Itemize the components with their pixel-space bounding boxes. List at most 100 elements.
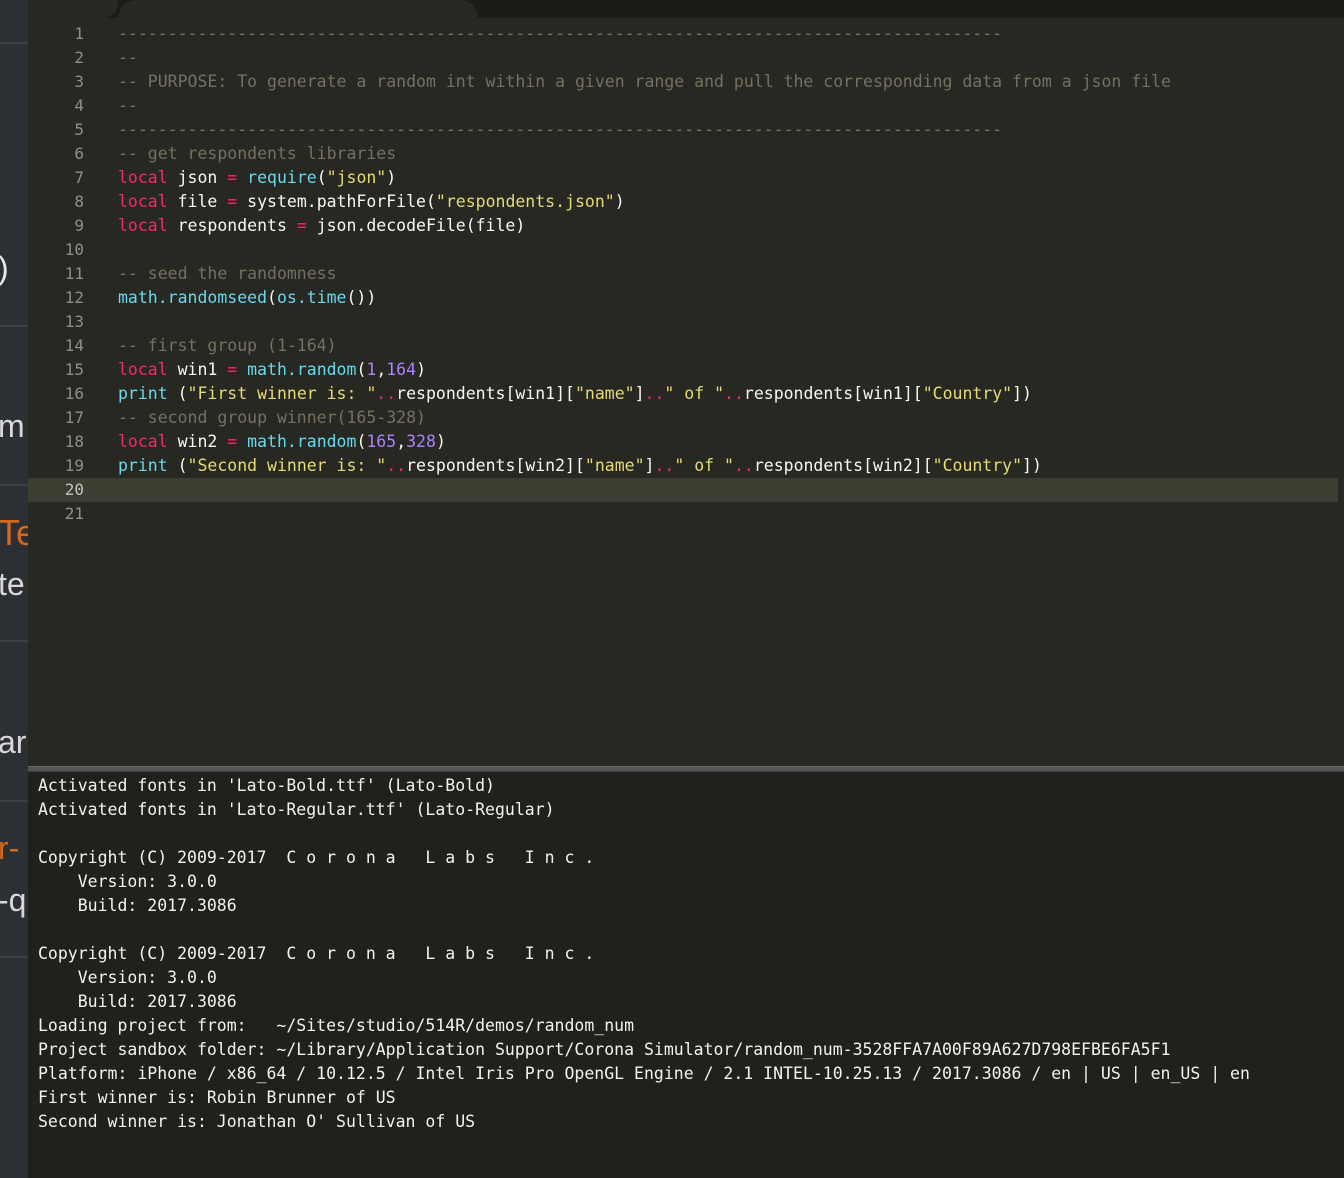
code-line[interactable] (118, 502, 1338, 526)
code-token: .. (733, 456, 754, 475)
code-token: json.decodeFile(file) (306, 216, 526, 235)
code-line[interactable] (108, 478, 1338, 502)
code-token: , (396, 432, 407, 451)
code-token: json (167, 168, 228, 187)
console-line: Version: 3.0.0 (38, 968, 217, 987)
code-token: ) (416, 360, 426, 379)
code-token: "respondents.json" (435, 192, 615, 211)
line-number: 20 (28, 478, 108, 502)
code-token: ----------------------------------------… (118, 24, 1003, 43)
line-number: 13 (64, 312, 84, 331)
code-line[interactable]: -- seed the randomness (118, 262, 1338, 286)
line-number: 15 (64, 360, 84, 379)
code-token: win2 (167, 432, 228, 451)
code-token: os.time (276, 288, 347, 307)
code-area[interactable]: ----------------------------------------… (108, 22, 1338, 526)
code-token: ) (435, 432, 446, 451)
code-token: ( (267, 288, 277, 307)
code-line[interactable]: local win1 = math.random(1,164) (118, 358, 1338, 382)
console-line: Version: 3.0.0 (38, 872, 217, 891)
code-token: = (227, 192, 238, 211)
text-fragment: Te (0, 512, 28, 553)
line-number: 7 (74, 168, 84, 187)
tab-inactive[interactable] (28, 0, 118, 18)
code-token: respondents[win2][ (753, 456, 933, 475)
tab-active[interactable] (118, 0, 478, 18)
code-line[interactable]: -- second group winner(165-328) (118, 406, 1338, 430)
divider (0, 640, 28, 642)
code-token: ] (634, 384, 645, 403)
code-line[interactable]: print ("Second winner is: "..respondents… (118, 454, 1338, 478)
console-line: Platform: iPhone / x86_64 / 10.12.5 / In… (38, 1064, 1250, 1083)
code-token: 1 (366, 360, 377, 379)
code-line[interactable]: local respondents = json.decodeFile(file… (118, 214, 1338, 238)
divider (0, 325, 28, 327)
line-number: 12 (64, 288, 84, 307)
code-token: " of " (664, 384, 725, 403)
line-number: 17 (64, 408, 84, 427)
console-line: Copyright (C) 2009-2017 C o r o n a L a … (38, 944, 595, 963)
line-number: 6 (74, 144, 84, 163)
code-line[interactable]: local json = require("json") (118, 166, 1338, 190)
code-token: respondents (167, 216, 297, 235)
code-token: ) (386, 168, 397, 187)
code-token: print (118, 456, 168, 475)
code-token: ) (614, 192, 625, 211)
code-line[interactable]: ----------------------------------------… (118, 22, 1338, 46)
line-number: 1 (74, 24, 84, 43)
code-token: system.pathForFile( (237, 192, 436, 211)
code-token: math.random (247, 360, 357, 379)
code-token: .. (654, 456, 675, 475)
code-token: -- get respondents libraries (118, 144, 397, 163)
code-token: respondents[win1][ (743, 384, 923, 403)
code-editor[interactable]: 1 2 3 4 5 6 7 8 9 10 11 12 13 14 15 16 17 18 19 20 21 ------… (28, 18, 1344, 766)
code-token: require (247, 168, 317, 187)
code-token: local (118, 168, 168, 187)
code-token: 164 (386, 360, 417, 379)
code-line[interactable]: ----------------------------------------… (118, 118, 1338, 142)
line-number: 8 (74, 192, 84, 211)
divider (0, 800, 28, 802)
code-line[interactable]: -- (118, 46, 1338, 70)
code-token: ] (644, 456, 655, 475)
code-token: "name" (574, 384, 635, 403)
code-line[interactable]: math.randomseed(os.time()) (118, 286, 1338, 310)
code-token: math.random (247, 432, 357, 451)
line-number: 21 (64, 504, 84, 523)
code-token: 165 (366, 432, 397, 451)
code-token: local (118, 192, 168, 211)
line-number: 16 (64, 384, 84, 403)
text-fragment: m (0, 408, 25, 444)
code-token: ( (316, 168, 327, 187)
line-number-gutter: 1 2 3 4 5 6 7 8 9 10 11 12 13 14 15 16 17 18 19 20 21 (28, 22, 108, 526)
code-line[interactable]: -- PURPOSE: To generate a random int wit… (118, 70, 1338, 94)
code-token: .. (644, 384, 665, 403)
code-token: ----------------------------------------… (118, 120, 1003, 139)
code-line[interactable]: -- get respondents libraries (118, 142, 1338, 166)
code-token: -- (118, 48, 138, 67)
code-token: print (118, 384, 168, 403)
code-token: "name" (584, 456, 645, 475)
line-number: 19 (64, 456, 84, 475)
code-token: ( (356, 432, 367, 451)
code-line[interactable] (118, 238, 1338, 262)
divider (0, 956, 28, 958)
line-number: 5 (74, 120, 84, 139)
code-line[interactable]: local file = system.pathForFile("respond… (118, 190, 1338, 214)
code-line[interactable]: -- first group (1-164) (118, 334, 1338, 358)
code-line[interactable]: local win2 = math.random(165,328) (118, 430, 1338, 454)
code-token: file (167, 192, 228, 211)
text-fragment: r- (0, 830, 20, 866)
text-fragment: ar (0, 724, 27, 760)
line-number: 11 (64, 264, 84, 283)
code-line[interactable] (118, 310, 1338, 334)
line-number: 14 (64, 336, 84, 355)
code-line[interactable]: print ("First winner is: "..respondents[… (118, 382, 1338, 406)
code-line[interactable]: -- (118, 94, 1338, 118)
code-token: "Country" (932, 456, 1023, 475)
code-token: , (376, 360, 387, 379)
code-token: -- PURPOSE: To generate a random int wit… (118, 72, 1171, 91)
console-lines: Activated fonts in 'Lato-Bold.ttf' (Lato… (38, 774, 1250, 1134)
